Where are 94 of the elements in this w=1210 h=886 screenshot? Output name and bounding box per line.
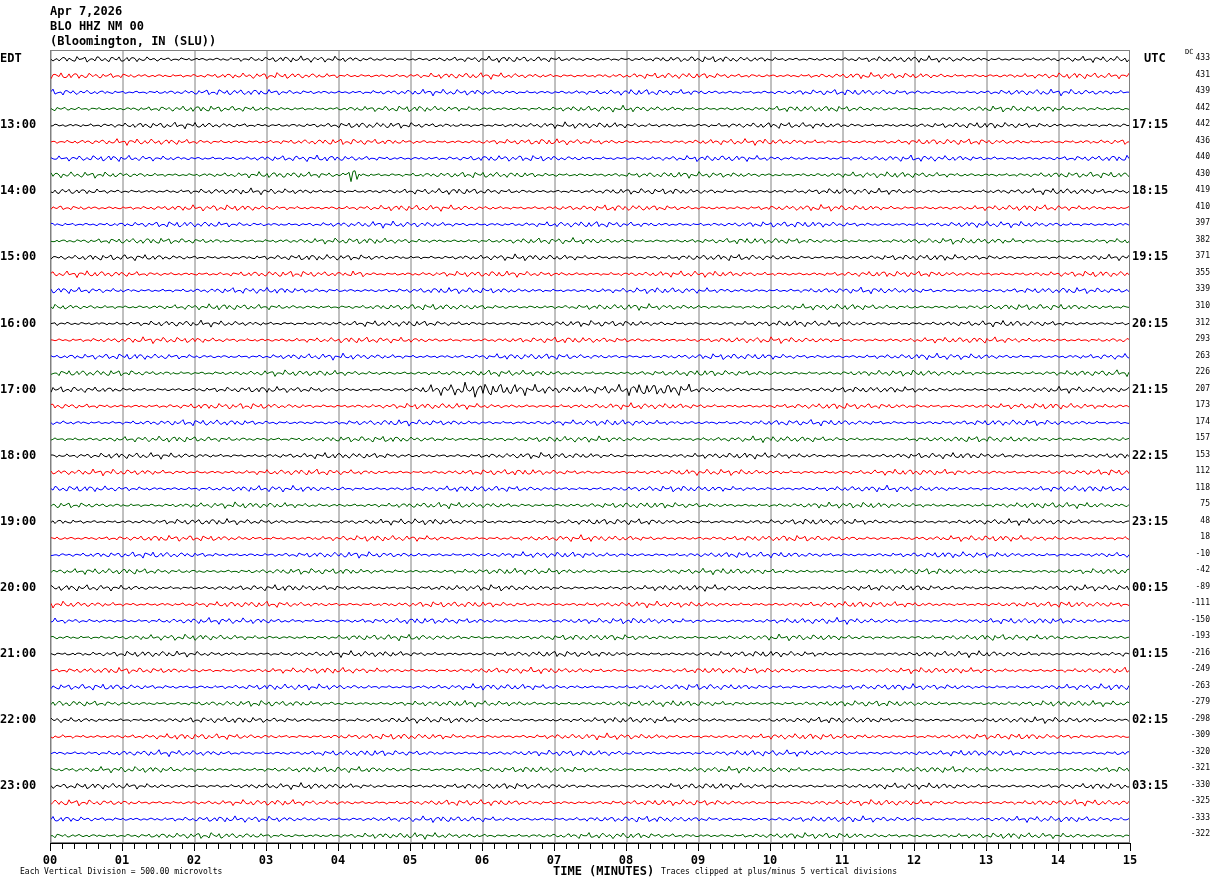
dc-offset-value: 439 bbox=[1195, 85, 1210, 98]
location-label: (Bloomington, IN (SLU)) bbox=[50, 34, 218, 49]
dc-offset-value: -150 bbox=[1190, 613, 1210, 626]
local-time-label: 20:00 bbox=[0, 578, 37, 596]
minute-tick-label: 06 bbox=[474, 851, 490, 869]
dc-offset-value: -89 bbox=[1195, 580, 1210, 593]
local-time-label: 21:00 bbox=[0, 644, 37, 662]
dc-offset-value: -279 bbox=[1190, 696, 1210, 709]
minute-tick-label: 13 bbox=[978, 851, 994, 869]
minute-tick-label: 01 bbox=[114, 851, 130, 867]
dc-offset-value: 440 bbox=[1195, 151, 1210, 164]
station-label: BLO HHZ NM 00 bbox=[50, 19, 145, 34]
minute-tick-label: 02 bbox=[186, 851, 202, 867]
minute-tick-label: 00 bbox=[42, 851, 58, 867]
utc-time-label: 22:15 bbox=[1132, 446, 1169, 464]
dc-offset-value: 153 bbox=[1195, 448, 1210, 461]
utc-time-label: 20:15 bbox=[1132, 314, 1169, 332]
dc-offset-value: -309 bbox=[1190, 729, 1210, 742]
utc-time-label: 02:15 bbox=[1132, 710, 1169, 728]
dc-offset-value: 355 bbox=[1195, 266, 1210, 279]
dc-offset-value: 442 bbox=[1195, 101, 1210, 114]
minute-tick-label: 12 bbox=[906, 851, 922, 869]
utc-label: UTC bbox=[1143, 50, 1166, 68]
utc-time-label: 03:15 bbox=[1132, 776, 1169, 794]
minute-tick-label: 11 bbox=[834, 851, 850, 867]
dc-offset-value: 48 bbox=[1200, 514, 1210, 527]
time-axis-title: TIME (MINUTES) bbox=[553, 864, 656, 877]
dc-offset-value: 433 bbox=[1195, 52, 1210, 65]
utc-time-label: 01:15 bbox=[1132, 644, 1169, 662]
minute-tick-label: 10 bbox=[762, 851, 778, 867]
dc-offset-value: -320 bbox=[1190, 745, 1210, 758]
dc-offset-value: 419 bbox=[1195, 184, 1210, 197]
dc-offset-value: 339 bbox=[1195, 283, 1210, 296]
dc-offset-value: 207 bbox=[1195, 382, 1210, 395]
utc-time-label: 17:15 bbox=[1132, 116, 1169, 134]
dc-offset-value: -263 bbox=[1190, 679, 1210, 692]
dc-offset-value: -111 bbox=[1190, 597, 1210, 610]
dc-offset-value: 293 bbox=[1195, 333, 1210, 345]
utc-time-label: 18:15 bbox=[1132, 182, 1169, 200]
dc-offset-value: 174 bbox=[1195, 415, 1210, 428]
date-label: Apr 7,2026 bbox=[50, 4, 124, 19]
utc-time-label: 21:15 bbox=[1132, 380, 1169, 398]
dc-offset-value: 436 bbox=[1195, 134, 1210, 147]
dc-offset-value: -322 bbox=[1190, 828, 1210, 841]
utc-time-label: 23:15 bbox=[1132, 512, 1169, 530]
dc-offset-value: -330 bbox=[1190, 778, 1210, 791]
minute-tick-label: 15 bbox=[1122, 851, 1138, 869]
minute-tick-label: 03 bbox=[258, 851, 274, 869]
dc-offset-value: 312 bbox=[1195, 316, 1210, 329]
local-time-label: 18:00 bbox=[0, 446, 37, 464]
dc-offset-value: 310 bbox=[1195, 300, 1210, 312]
minute-tick-label: 05 bbox=[402, 851, 418, 869]
local-time-label: 22:00 bbox=[0, 710, 37, 728]
timezone-label: EDT bbox=[0, 50, 22, 68]
local-time-label: 16:00 bbox=[0, 314, 37, 332]
dc-offset-value: -298 bbox=[1190, 712, 1210, 725]
local-time-label: 17:00 bbox=[0, 380, 37, 398]
local-time-label: 13:00 bbox=[0, 116, 37, 134]
local-time-label: 23:00 bbox=[0, 776, 37, 794]
minute-tick-label: 08 bbox=[618, 851, 634, 867]
dc-offset-value: -193 bbox=[1190, 630, 1210, 643]
dc-offset-value: 173 bbox=[1195, 399, 1210, 412]
dc-offset-value: 371 bbox=[1195, 250, 1210, 263]
dc-offset-value: 397 bbox=[1195, 217, 1210, 230]
scale-note: Each Vertical Division = 500.00 microvolts bbox=[20, 866, 224, 877]
dc-offset-value: 75 bbox=[1200, 498, 1210, 511]
dc-offset-value: 112 bbox=[1195, 465, 1210, 478]
dc-offset-value: 431 bbox=[1195, 68, 1210, 81]
local-time-label: 19:00 bbox=[0, 512, 37, 530]
utc-time-label: 19:15 bbox=[1132, 248, 1169, 266]
dc-offset-value: 382 bbox=[1195, 233, 1210, 246]
dc-offset-value: -10 bbox=[1195, 547, 1210, 560]
dc-offset-value: 157 bbox=[1195, 432, 1210, 445]
local-time-label: 14:00 bbox=[0, 182, 37, 200]
minute-tick-label: 07 bbox=[546, 851, 562, 867]
dc-offset-value: 18 bbox=[1200, 531, 1210, 544]
dc-offset-value: -216 bbox=[1190, 646, 1210, 659]
local-time-label: 15:00 bbox=[0, 248, 37, 266]
minute-tick-label: 14 bbox=[1050, 851, 1066, 869]
dc-offset-value: -42 bbox=[1195, 564, 1210, 577]
dc-offset-value: 410 bbox=[1195, 200, 1210, 213]
dc-offset-value: 263 bbox=[1195, 349, 1210, 362]
minute-tick-label: 09 bbox=[690, 851, 706, 867]
dc-offset-value: -333 bbox=[1190, 811, 1210, 824]
utc-time-label: 00:15 bbox=[1132, 578, 1169, 596]
dc-offset-value: 442 bbox=[1195, 118, 1210, 131]
dc-offset-value: 226 bbox=[1195, 366, 1210, 379]
dc-offset-value: -249 bbox=[1190, 663, 1210, 676]
clip-note: Traces clipped at plus/minus 5 vertical divisions bbox=[661, 866, 897, 877]
dc-offset-value: -321 bbox=[1190, 762, 1210, 775]
minute-tick-label: 04 bbox=[330, 851, 346, 869]
dc-offset-value: 118 bbox=[1195, 481, 1210, 494]
dc-offset-value: 430 bbox=[1195, 167, 1210, 180]
dc-offset-value: -325 bbox=[1190, 795, 1210, 808]
